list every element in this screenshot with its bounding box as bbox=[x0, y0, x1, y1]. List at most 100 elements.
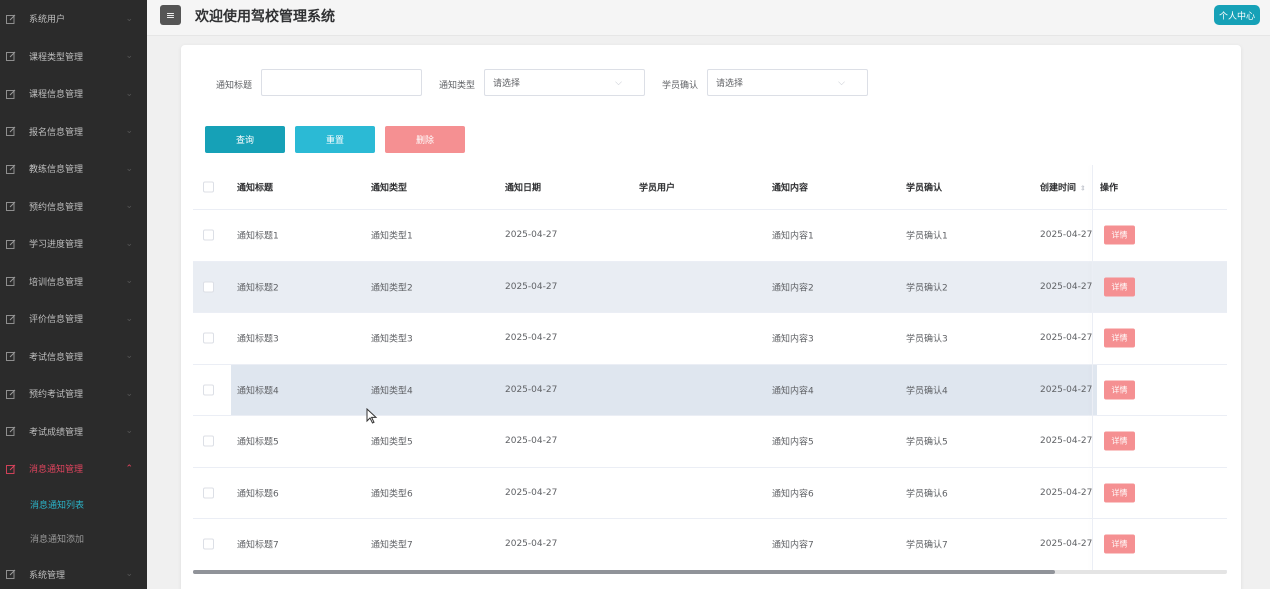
sidebar-item[interactable]: 系统用户 ⌄ bbox=[0, 0, 147, 38]
sidebar-item[interactable]: 预约信息管理 ⌄ bbox=[0, 188, 147, 226]
cell-type: 通知类型3 bbox=[371, 334, 413, 345]
sidebar-item[interactable]: 学习进度管理 ⌄ bbox=[0, 225, 147, 263]
sidebar-item-label: 学习进度管理 bbox=[29, 240, 84, 251]
sidebar-subitem[interactable]: 消息通知添加 bbox=[0, 522, 147, 556]
sidebar-item[interactable]: 课程信息管理 ⌄ bbox=[0, 75, 147, 113]
confirm-filter-select[interactable]: 请选择 ⌵ bbox=[707, 69, 868, 96]
row-checkbox[interactable] bbox=[203, 538, 214, 550]
edit-icon bbox=[6, 89, 16, 99]
column-header-user[interactable]: 学员用户 bbox=[639, 181, 675, 194]
sidebar-item[interactable]: 考试成绩管理 ⌄ bbox=[0, 413, 147, 451]
edit-icon bbox=[6, 569, 16, 580]
table-row[interactable]: 通知标题2 通知类型2 2025-04-27 通知内容2 学员确认2 2025-04-27… bbox=[193, 261, 1227, 313]
table-row[interactable]: 通知标题5 通知类型5 2025-04-27 通知内容5 学员确认5 2025-04-27… bbox=[193, 416, 1227, 468]
detail-button[interactable]: 详情 bbox=[1104, 380, 1135, 400]
cell-date: 2025-04-27 bbox=[505, 487, 558, 498]
table-row[interactable]: 通知标题3 通知类型3 2025-04-27 通知内容3 学员确认3 2025-04-27… bbox=[193, 313, 1227, 365]
fixed-column-divider bbox=[1092, 467, 1093, 518]
table-row[interactable]: 通知标题4 通知类型4 2025-04-27 通知内容4 学员确认4 2025-04-27… bbox=[193, 364, 1227, 416]
detail-button[interactable]: 详情 bbox=[1104, 277, 1135, 297]
edit-icon bbox=[6, 164, 16, 174]
fixed-column-divider bbox=[1092, 313, 1093, 364]
detail-button[interactable]: 详情 bbox=[1104, 225, 1135, 245]
cell-date: 2025-04-27 bbox=[505, 384, 558, 395]
sidebar-item[interactable]: 系统管理 ⌄ bbox=[0, 556, 147, 589]
mouse-cursor-icon bbox=[366, 408, 378, 424]
column-header-confirm[interactable]: 学员确认 bbox=[906, 181, 942, 194]
chevron-down-icon: ⌄ bbox=[125, 51, 133, 62]
sort-icon[interactable]: ⇕ bbox=[1080, 185, 1086, 193]
sidebar-item[interactable]: 消息通知管理 ⌃ bbox=[0, 450, 147, 488]
row-checkbox[interactable] bbox=[203, 281, 214, 293]
cell-date: 2025-04-27 bbox=[505, 281, 558, 292]
fixed-column-divider bbox=[1092, 416, 1093, 467]
reset-button[interactable]: 重置 bbox=[295, 126, 375, 153]
sidebar-item[interactable]: 报名信息管理 ⌄ bbox=[0, 113, 147, 151]
sidebar-subitem[interactable]: 消息通知列表 bbox=[0, 488, 147, 522]
edit-icon bbox=[6, 51, 16, 62]
edit-icon bbox=[6, 276, 16, 287]
row-checkbox[interactable] bbox=[203, 435, 214, 447]
sidebar-menu: 系统用户 ⌄ 课程类型管理 ⌄ 课程信息管理 ⌄ 报名信息管理 ⌄ 教练信息管理 ⌄ 预约信息管理 ⌄… bbox=[0, 0, 147, 589]
cell-content: 通知内容3 bbox=[772, 334, 814, 345]
table-row[interactable]: 通知标题1 通知类型1 2025-04-27 通知内容1 学员确认1 2025-04-27… bbox=[193, 210, 1227, 262]
column-header-type[interactable]: 通知类型 bbox=[371, 181, 407, 194]
sidebar-item[interactable]: 考试信息管理 ⌄ bbox=[0, 338, 147, 376]
sidebar-item-label: 培训信息管理 bbox=[29, 277, 84, 288]
personal-center-button[interactable]: 个人中心 bbox=[1214, 5, 1260, 25]
horizontal-scrollbar[interactable] bbox=[193, 570, 1227, 574]
fixed-column-divider bbox=[1092, 519, 1093, 570]
row-checkbox[interactable] bbox=[203, 487, 214, 499]
chevron-down-icon: ⌄ bbox=[125, 426, 133, 437]
detail-button[interactable]: 详情 bbox=[1104, 483, 1135, 503]
type-filter-select[interactable]: 请选择 ⌵ bbox=[484, 69, 645, 96]
cell-title: 通知标题4 bbox=[237, 386, 279, 397]
chevron-down-icon: ⌄ bbox=[125, 238, 133, 249]
confirm-filter-label: 学员确认 bbox=[662, 81, 699, 91]
select-all-checkbox[interactable] bbox=[203, 181, 214, 193]
sidebar-item[interactable]: 教练信息管理 ⌄ bbox=[0, 150, 147, 188]
sidebar-item[interactable]: 评价信息管理 ⌄ bbox=[0, 300, 147, 338]
cell-created: 2025-04-27 bbox=[1040, 487, 1093, 498]
delete-button[interactable]: 删除 bbox=[385, 126, 465, 153]
hamburger-icon[interactable]: ≡ bbox=[160, 5, 181, 25]
type-filter-value: 请选择 bbox=[493, 79, 521, 89]
chevron-up-icon: ⌃ bbox=[125, 463, 133, 474]
edit-icon bbox=[6, 14, 16, 24]
column-header-date[interactable]: 通知日期 bbox=[505, 181, 541, 194]
row-checkbox[interactable] bbox=[203, 332, 214, 344]
column-header-content[interactable]: 通知内容 bbox=[772, 181, 808, 194]
detail-button[interactable]: 详情 bbox=[1104, 431, 1135, 451]
table-row[interactable]: 通知标题6 通知类型6 2025-04-27 通知内容6 学员确认6 2025-04-27… bbox=[193, 467, 1227, 519]
fixed-column-divider bbox=[1092, 210, 1093, 261]
cell-created: 2025-04-27 bbox=[1040, 333, 1093, 344]
chevron-down-icon: ⌵ bbox=[615, 77, 622, 88]
query-button[interactable]: 查询 bbox=[205, 126, 285, 153]
detail-button[interactable]: 详情 bbox=[1104, 328, 1135, 348]
cell-confirm: 学员确认4 bbox=[906, 386, 948, 397]
column-header-title[interactable]: 通知标题 bbox=[237, 181, 273, 194]
scrollbar-thumb[interactable] bbox=[193, 570, 1055, 574]
sidebar-item[interactable]: 预约考试管理 ⌄ bbox=[0, 375, 147, 413]
edit-icon bbox=[6, 389, 16, 399]
cell-title: 通知标题1 bbox=[237, 231, 279, 242]
title-filter-input[interactable] bbox=[261, 69, 422, 96]
edit-icon bbox=[6, 314, 16, 324]
cell-type: 通知类型5 bbox=[371, 437, 413, 448]
row-checkbox[interactable] bbox=[203, 229, 214, 241]
cell-type: 通知类型2 bbox=[371, 283, 413, 294]
cell-date: 2025-04-27 bbox=[505, 436, 558, 447]
cell-created: 2025-04-27 bbox=[1040, 539, 1093, 550]
row-hover-highlight bbox=[231, 364, 1097, 415]
cell-title: 通知标题2 bbox=[237, 283, 279, 294]
detail-button[interactable]: 详情 bbox=[1104, 534, 1135, 554]
column-header-created[interactable]: 创建时间 ⇕ bbox=[1040, 181, 1086, 194]
cell-created: 2025-04-27 bbox=[1040, 281, 1093, 292]
chevron-down-icon: ⌄ bbox=[125, 351, 133, 362]
cell-date: 2025-04-27 bbox=[505, 539, 558, 550]
table-row[interactable]: 通知标题7 通知类型7 2025-04-27 通知内容7 学员确认7 2025-04-27… bbox=[193, 519, 1227, 571]
row-checkbox[interactable] bbox=[203, 384, 214, 396]
sidebar-item[interactable]: 培训信息管理 ⌄ bbox=[0, 263, 147, 301]
sidebar-item[interactable]: 课程类型管理 ⌄ bbox=[0, 38, 147, 76]
fixed-column-divider bbox=[1092, 364, 1093, 415]
